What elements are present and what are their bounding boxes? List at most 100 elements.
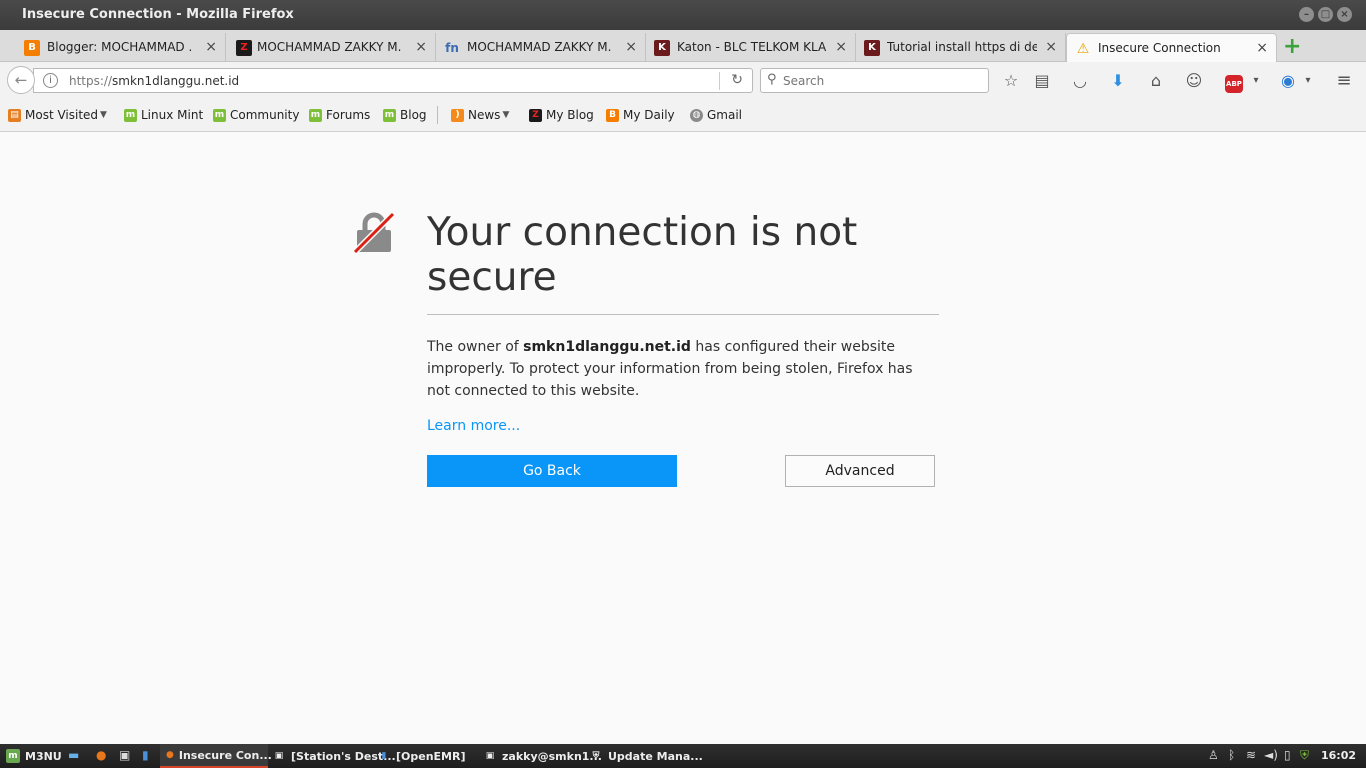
- taskbar-item-openemr[interactable]: ▮ [OpenEMR]: [377, 744, 466, 768]
- tab-close-icon[interactable]: ×: [1045, 39, 1057, 55]
- bookmark-community[interactable]: m Community: [213, 108, 299, 122]
- bookmark-most-visited[interactable]: ▤ Most Visited ▼: [8, 108, 107, 122]
- tab-blogger[interactable]: B Blogger: MOCHAMMAD ... ×: [0, 33, 226, 62]
- bookmark-linux-mint[interactable]: m Linux Mint: [124, 108, 203, 122]
- tab-close-icon[interactable]: ×: [835, 39, 847, 55]
- pocket-icon[interactable]: ◡: [1069, 70, 1091, 92]
- bluetooth-icon[interactable]: ᛒ: [1228, 748, 1235, 762]
- new-tab-button[interactable]: +: [1283, 34, 1301, 59]
- tab-close-icon[interactable]: ×: [625, 39, 637, 55]
- navigation-toolbar: i https://smkn1dlanggu.net.id ↻ ← ⚲ ☆ ▤ …: [0, 62, 1366, 98]
- search-icon: ⚲: [767, 72, 777, 87]
- bookmark-label: Most Visited: [25, 108, 99, 122]
- bookmark-label: Gmail: [707, 108, 743, 122]
- taskbar-item-update-manager[interactable]: ⛨ Update Mana...: [589, 744, 703, 768]
- clipboard-icon[interactable]: ▯: [1284, 748, 1291, 762]
- globe-icon: ◍: [690, 108, 703, 122]
- site-info-icon[interactable]: i: [43, 73, 58, 88]
- advanced-button[interactable]: Advanced: [785, 455, 935, 487]
- book-icon: ▮: [381, 751, 387, 761]
- url-bar[interactable]: i https://smkn1dlanggu.net.id ↻: [33, 68, 753, 93]
- taskbar-item-label: zakky@smkn1...: [502, 749, 602, 763]
- bookmark-label: News: [468, 108, 501, 122]
- start-menu-button[interactable]: m M3NU: [6, 744, 62, 768]
- chevron-down-icon[interactable]: ▾: [1245, 70, 1267, 92]
- blogger-icon: B: [24, 40, 40, 56]
- bookmark-news[interactable]: ) News ▼: [451, 108, 509, 122]
- url-protocol: https://: [69, 74, 113, 88]
- warning-icon: ⚠: [1076, 41, 1090, 57]
- tab-zakky[interactable]: Z MOCHAMMAD ZAKKY M. ×: [226, 33, 436, 62]
- taskbar-item-label: Update Mana...: [608, 749, 703, 763]
- error-description: The owner of smkn1dlanggu.net.id has con…: [427, 336, 939, 402]
- files-launcher-icon[interactable]: ▮: [142, 748, 149, 762]
- bookmark-blog[interactable]: m Blog: [383, 108, 427, 122]
- error-page: Your connection is not secure The owner …: [0, 133, 1366, 744]
- back-button[interactable]: ←: [7, 66, 35, 94]
- clock[interactable]: 16:02: [1321, 749, 1356, 762]
- wifi-icon[interactable]: ≋: [1246, 748, 1256, 762]
- tab-label: MOCHAMMAD ZAKKY M.: [467, 40, 612, 54]
- mint-icon: m: [213, 108, 226, 122]
- tab-insecure-connection[interactable]: ⚠ Insecure Connection ×: [1066, 33, 1277, 62]
- bookmark-gmail[interactable]: ◍ Gmail: [690, 108, 742, 122]
- bookmarks-toolbar: ▤ Most Visited ▼ m Linux Mint m Communit…: [0, 98, 1366, 132]
- tab-label: Katon - BLC TELKOM KLA...: [677, 40, 827, 54]
- hamburger-menu-icon[interactable]: ≡: [1333, 70, 1355, 92]
- tab-strip: B Blogger: MOCHAMMAD ... × Z MOCHAMMAD Z…: [0, 30, 1366, 62]
- back-arrow-icon: ←: [14, 71, 28, 89]
- tab-close-icon[interactable]: ×: [415, 39, 427, 55]
- chevron-down-icon: ▼: [502, 110, 510, 120]
- search-input[interactable]: [783, 72, 983, 90]
- tab-close-icon[interactable]: ×: [1256, 40, 1268, 56]
- firefox-launcher-icon[interactable]: ●: [96, 748, 106, 762]
- adblock-plus-icon[interactable]: ABP: [1223, 70, 1245, 93]
- mint-menu-icon: m: [6, 749, 20, 763]
- url-text: https://smkn1dlanggu.net.id: [69, 74, 239, 88]
- mint-icon: m: [124, 108, 137, 122]
- broken-lock-icon: [353, 212, 395, 254]
- tab-tutorial[interactable]: K Tutorial install https di de... ×: [856, 33, 1066, 62]
- reading-list-icon[interactable]: ▤: [1031, 70, 1053, 92]
- reload-icon[interactable]: ↻: [731, 72, 743, 88]
- update-shield-icon[interactable]: ⛨: [1300, 748, 1309, 763]
- tab-katon[interactable]: K Katon - BLC TELKOM KLA... ×: [646, 33, 856, 62]
- search-bar[interactable]: ⚲: [760, 68, 989, 93]
- minimize-button[interactable]: –: [1299, 7, 1314, 22]
- bookmark-my-blog[interactable]: Z My Blog: [529, 108, 594, 122]
- volume-icon[interactable]: ◄): [1264, 748, 1278, 762]
- bookmark-label: Community: [230, 108, 300, 122]
- taskbar-item-label: [OpenEMR]: [396, 749, 466, 763]
- bookmark-forums[interactable]: m Forums: [309, 108, 370, 122]
- tab-close-icon[interactable]: ×: [205, 39, 217, 55]
- blc-icon: K: [864, 40, 880, 56]
- show-desktop-icon[interactable]: ▬: [68, 748, 79, 762]
- maximize-button[interactable]: □: [1318, 7, 1333, 22]
- mint-icon: m: [309, 108, 322, 122]
- bookmark-label: Forums: [326, 108, 371, 122]
- start-menu-label: M3NU: [25, 749, 62, 763]
- close-window-button[interactable]: ×: [1337, 7, 1352, 22]
- bookmark-label: My Daily: [623, 108, 675, 122]
- user-icon[interactable]: ♙: [1208, 748, 1219, 762]
- desc-prefix: The owner of: [427, 339, 524, 355]
- extension-icon[interactable]: ◉: [1277, 70, 1299, 92]
- taskbar-item-terminal[interactable]: ▣ zakky@smkn1...: [483, 744, 602, 768]
- home-icon[interactable]: ⌂: [1145, 70, 1167, 92]
- chevron-down-icon[interactable]: ▾: [1297, 70, 1319, 92]
- tab-zakky-fn[interactable]: fn MOCHAMMAD ZAKKY M. ×: [436, 33, 646, 62]
- terminal-launcher-icon[interactable]: ▣: [119, 748, 130, 762]
- bookmark-star-icon[interactable]: ☆: [1000, 70, 1022, 92]
- blc-icon: K: [654, 40, 670, 56]
- go-back-button[interactable]: Go Back: [427, 455, 677, 487]
- error-title: Your connection is not secure: [427, 210, 858, 300]
- bookmark-my-daily[interactable]: B My Daily: [606, 108, 675, 122]
- downloads-icon[interactable]: ⬇: [1107, 70, 1129, 92]
- url-divider: [719, 72, 720, 90]
- chat-icon[interactable]: ☺: [1183, 70, 1205, 92]
- taskbar-item-firefox[interactable]: ● Insecure Con...: [160, 744, 272, 768]
- learn-more-link[interactable]: Learn more...: [427, 418, 520, 434]
- tab-label: MOCHAMMAD ZAKKY M.: [257, 40, 402, 54]
- terminal-icon: ▣: [274, 751, 284, 761]
- terminal-icon: ▣: [485, 751, 495, 761]
